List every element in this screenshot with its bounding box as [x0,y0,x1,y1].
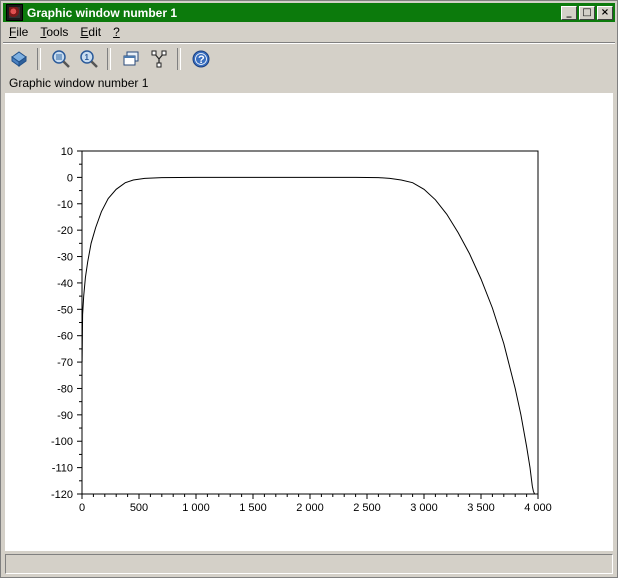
x-tick-label: 500 [130,502,148,514]
status-bar [5,554,613,574]
x-tick-label: 0 [79,502,85,514]
menu-file[interactable]: File [3,25,34,39]
svg-text:1: 1 [85,53,90,62]
y-tick-label: -70 [57,357,73,369]
x-tick-label: 3 000 [410,502,438,514]
y-tick-label: -40 [57,278,73,290]
axes-button[interactable] [119,47,143,71]
y-tick-label: -60 [57,331,73,343]
plot-canvas[interactable]: 0 500 1 000 1 500 2 000 2 500 3 000 3 500 4 000 1… [5,93,613,551]
y-tick-label: 10 [61,146,73,158]
x-tick-label: 2 500 [353,502,381,514]
toolbar-separator [37,48,41,70]
datatip-button[interactable] [147,47,171,71]
maximize-button[interactable]: □ [579,5,595,20]
y-tick-label: -100 [51,436,73,448]
y-tick-label: -50 [57,304,73,316]
menu-tools[interactable]: Tools [34,25,74,39]
scilab-app-icon[interactable] [6,4,23,21]
axes-icon [123,51,139,66]
x-tick-label: 1 000 [182,502,210,514]
x-tick-label: 4 000 [524,502,552,514]
line-chart[interactable]: 0 500 1 000 1 500 2 000 2 500 3 000 3 500 4 000 1… [5,93,613,551]
zoom-icon [52,50,70,68]
help-button[interactable]: ? [189,47,213,71]
y-tick-label: -30 [57,252,73,264]
title-bar[interactable]: Graphic window number 1 _ □ × [3,3,615,22]
figure-label: Graphic window number 1 [9,76,149,90]
unzoom-button[interactable]: 1 [77,47,101,71]
y-tick-label: -80 [57,383,73,395]
x-tick-label: 1 500 [239,502,267,514]
y-tick-label: -10 [57,199,73,211]
zoom-button[interactable] [49,47,73,71]
y-tick-label: -20 [57,225,73,237]
unzoom-icon: 1 [80,50,98,68]
y-tick-label: -120 [51,489,73,501]
series-line [81,176,536,495]
menu-help[interactable]: ? [107,25,126,39]
menu-bar: File Tools Edit ? [3,23,615,41]
y-tick-label: -110 [52,463,73,475]
y-tick-label: 0 [67,172,73,184]
menu-edit[interactable]: Edit [74,25,107,39]
rotate-button[interactable] [7,47,31,71]
svg-text:?: ? [198,54,205,66]
x-tick-label: 3 500 [467,502,495,514]
toolbar-separator [177,48,181,70]
minimize-button[interactable]: _ [561,5,577,20]
close-button[interactable]: × [597,5,613,20]
toolbar: 1 ? [3,45,615,73]
help-icon: ? [192,50,210,68]
rotate-icon [11,51,27,67]
plot-frame [81,150,539,495]
toolbar-separator [107,48,111,70]
y-tick-label: -90 [57,410,73,422]
window-title: Graphic window number 1 [27,5,178,20]
x-tick-label: 2 000 [296,502,324,514]
menu-separator [3,42,615,44]
graphic-window: Graphic window number 1 _ □ × File Tools… [0,0,618,578]
datatip-icon [151,50,167,68]
